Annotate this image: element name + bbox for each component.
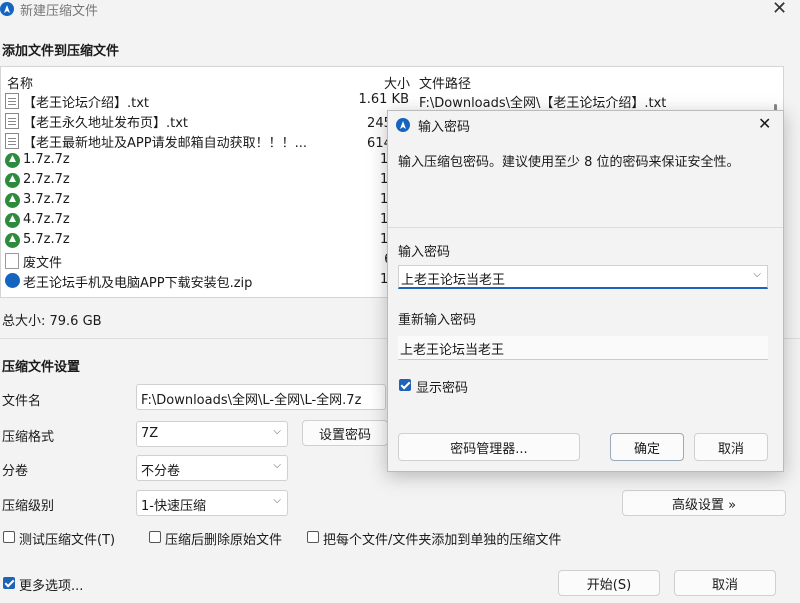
filename-input[interactable]: F:\Downloads\全网\L-全网\L-全网.7z (136, 384, 386, 410)
test-archive-checkbox[interactable] (3, 531, 15, 543)
more-options-label[interactable]: 更多选项... (19, 575, 83, 594)
archive-7z-icon (5, 173, 20, 188)
dialog-cancel-button[interactable]: 取消 (694, 433, 768, 461)
level-select[interactable]: 1-快速压缩 ⌵ (136, 490, 288, 516)
chevron-down-icon: ⌵ (273, 460, 281, 471)
file-name: 老王论坛手机及电脑APP下载安装包.zip (23, 276, 253, 291)
chevron-down-icon: ⌵ (273, 426, 281, 437)
file-name: 废文件 (23, 256, 63, 271)
archive-7z-icon (5, 153, 20, 168)
reenter-password-value: 上老王论坛当老王 (400, 343, 505, 358)
dialog-description: 输入压缩包密码。建议使用至少 8 位的密码来保证安全性。 (398, 155, 740, 170)
ok-button[interactable]: 确定 (610, 433, 684, 461)
dialog-title: 输入密码 (418, 120, 471, 135)
column-header-name[interactable]: 名称 (7, 73, 33, 92)
blank-file-icon (5, 253, 19, 269)
reenter-password-label: 重新输入密码 (398, 313, 477, 328)
level-label: 压缩级别 (2, 499, 55, 514)
volume-value: 不分卷 (141, 464, 181, 479)
format-value: 7Z (141, 426, 159, 441)
password-input[interactable]: 上老王论坛当老王 ⌵ (398, 265, 768, 289)
file-name: 【老王最新地址及APP请发邮箱自动获取！！！... (23, 136, 307, 151)
filename-value: F:\Downloads\全网\L-全网\L-全网.7z (141, 393, 362, 408)
delete-after-label[interactable]: 压缩后删除原始文件 (165, 529, 282, 548)
test-archive-label[interactable]: 测试压缩文件(T) (19, 529, 115, 548)
password-dialog: 输入密码 ✕ 输入压缩包密码。建议使用至少 8 位的密码来保证安全性。 输入密码… (387, 110, 784, 472)
archive-7z-icon (5, 233, 20, 248)
file-name: 【老王论坛介绍】.txt (23, 96, 150, 111)
file-path: F:\Downloads\全网\【老王论坛介绍】.txt (419, 96, 667, 111)
window-title: 新建压缩文件 (20, 4, 99, 19)
separate-archives-checkbox[interactable] (307, 531, 319, 543)
file-name: 5.7z.7z (23, 232, 70, 247)
separate-archives-label[interactable]: 把每个文件/文件夹添加到单独的压缩文件 (323, 529, 561, 548)
dialog-divider (388, 227, 783, 228)
text-file-icon (5, 93, 19, 109)
zip-file-icon (5, 273, 20, 288)
column-header-path[interactable]: 文件路径 (419, 73, 471, 92)
volume-label: 分卷 (2, 464, 29, 479)
add-files-heading: 添加文件到压缩文件 (2, 44, 120, 59)
set-password-button[interactable]: 设置密码 (302, 420, 388, 446)
password-label: 输入密码 (398, 245, 451, 260)
total-size: 总大小: 79.6 GB (2, 314, 102, 329)
archive-7z-icon (5, 193, 20, 208)
text-file-icon (5, 113, 19, 129)
reenter-password-input[interactable]: 上老王论坛当老王 (398, 336, 768, 360)
password-manager-button[interactable]: 密码管理器... (398, 433, 580, 461)
file-name: 4.7z.7z (23, 212, 70, 227)
file-name: 1.7z.7z (23, 152, 70, 167)
format-label: 压缩格式 (2, 430, 55, 445)
chevron-down-icon[interactable]: ⌵ (753, 269, 761, 280)
archive-7z-icon (5, 213, 20, 228)
password-value: 上老王论坛当老王 (401, 273, 506, 288)
file-name: 【老王永久地址发布页】.txt (23, 116, 189, 131)
text-file-icon (5, 133, 19, 149)
show-password-checkbox[interactable] (399, 379, 411, 391)
dialog-close-icon[interactable]: ✕ (758, 114, 771, 133)
volume-select[interactable]: 不分卷 ⌵ (136, 455, 288, 481)
cancel-button[interactable]: 取消 (674, 570, 776, 596)
show-password-label[interactable]: 显示密码 (416, 377, 468, 396)
window-close-icon[interactable]: ✕ (772, 0, 787, 19)
file-size: 1.61 KB (358, 92, 409, 107)
chevron-down-icon: ⌵ (273, 495, 281, 506)
dialog-app-icon (396, 118, 410, 132)
format-select[interactable]: 7Z ⌵ (136, 421, 288, 447)
start-button[interactable]: 开始(S) (558, 570, 660, 596)
settings-heading: 压缩文件设置 (2, 360, 81, 375)
app-logo-icon (0, 2, 14, 16)
table-row[interactable]: 【老王论坛介绍】.txt 1.61 KB F:\Downloads\全网\【老王论坛… (1, 91, 783, 111)
delete-after-checkbox[interactable] (149, 531, 161, 543)
title-bar: 新建压缩文件 ✕ (0, 0, 800, 20)
level-value: 1-快速压缩 (141, 499, 206, 514)
column-header-size[interactable]: 大小 (384, 73, 410, 92)
advanced-settings-button[interactable]: 高级设置 » (622, 490, 786, 516)
filename-label: 文件名 (2, 394, 42, 409)
more-options-checkbox[interactable] (3, 577, 15, 589)
file-name: 2.7z.7z (23, 172, 70, 187)
file-name: 3.7z.7z (23, 192, 70, 207)
